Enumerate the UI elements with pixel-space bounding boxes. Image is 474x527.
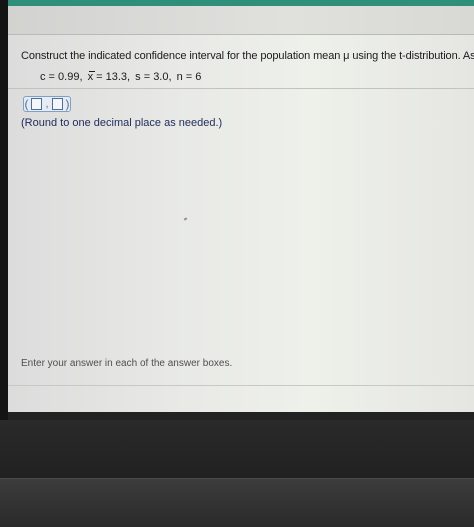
param-c: c = 0.99,	[40, 71, 83, 83]
param-xbar-value: = 13.3,	[93, 71, 131, 83]
screen: Construct the indicated confidence inter…	[8, 0, 474, 420]
footer-divider	[8, 385, 474, 386]
question-text: Construct the indicated confidence inter…	[21, 50, 474, 62]
close-paren: )	[65, 97, 70, 111]
answer-interval-input[interactable]: ( , )	[23, 96, 71, 112]
enter-answer-hint: Enter your answer in each of the answer …	[21, 358, 233, 369]
cursor-mark	[183, 217, 188, 221]
param-n: n = 6	[176, 71, 202, 83]
laptop-edge	[0, 478, 474, 527]
param-xbar-symbol: x	[87, 71, 94, 83]
open-paren: (	[24, 97, 29, 111]
upper-bound-box[interactable]	[51, 98, 63, 110]
parameters-line: c = 0.99, x = 13.3, s = 3.0, n = 6	[40, 71, 203, 83]
param-s: s = 3.0,	[135, 71, 172, 83]
question-divider	[8, 88, 474, 89]
header-strip	[8, 6, 474, 35]
lower-bound-box[interactable]	[31, 98, 43, 110]
photo-frame: Construct the indicated confidence inter…	[0, 0, 474, 527]
screen-bezel	[0, 0, 8, 420]
rounding-instruction: (Round to one decimal place as needed.)	[21, 117, 223, 129]
separator-comma: ,	[45, 98, 49, 110]
